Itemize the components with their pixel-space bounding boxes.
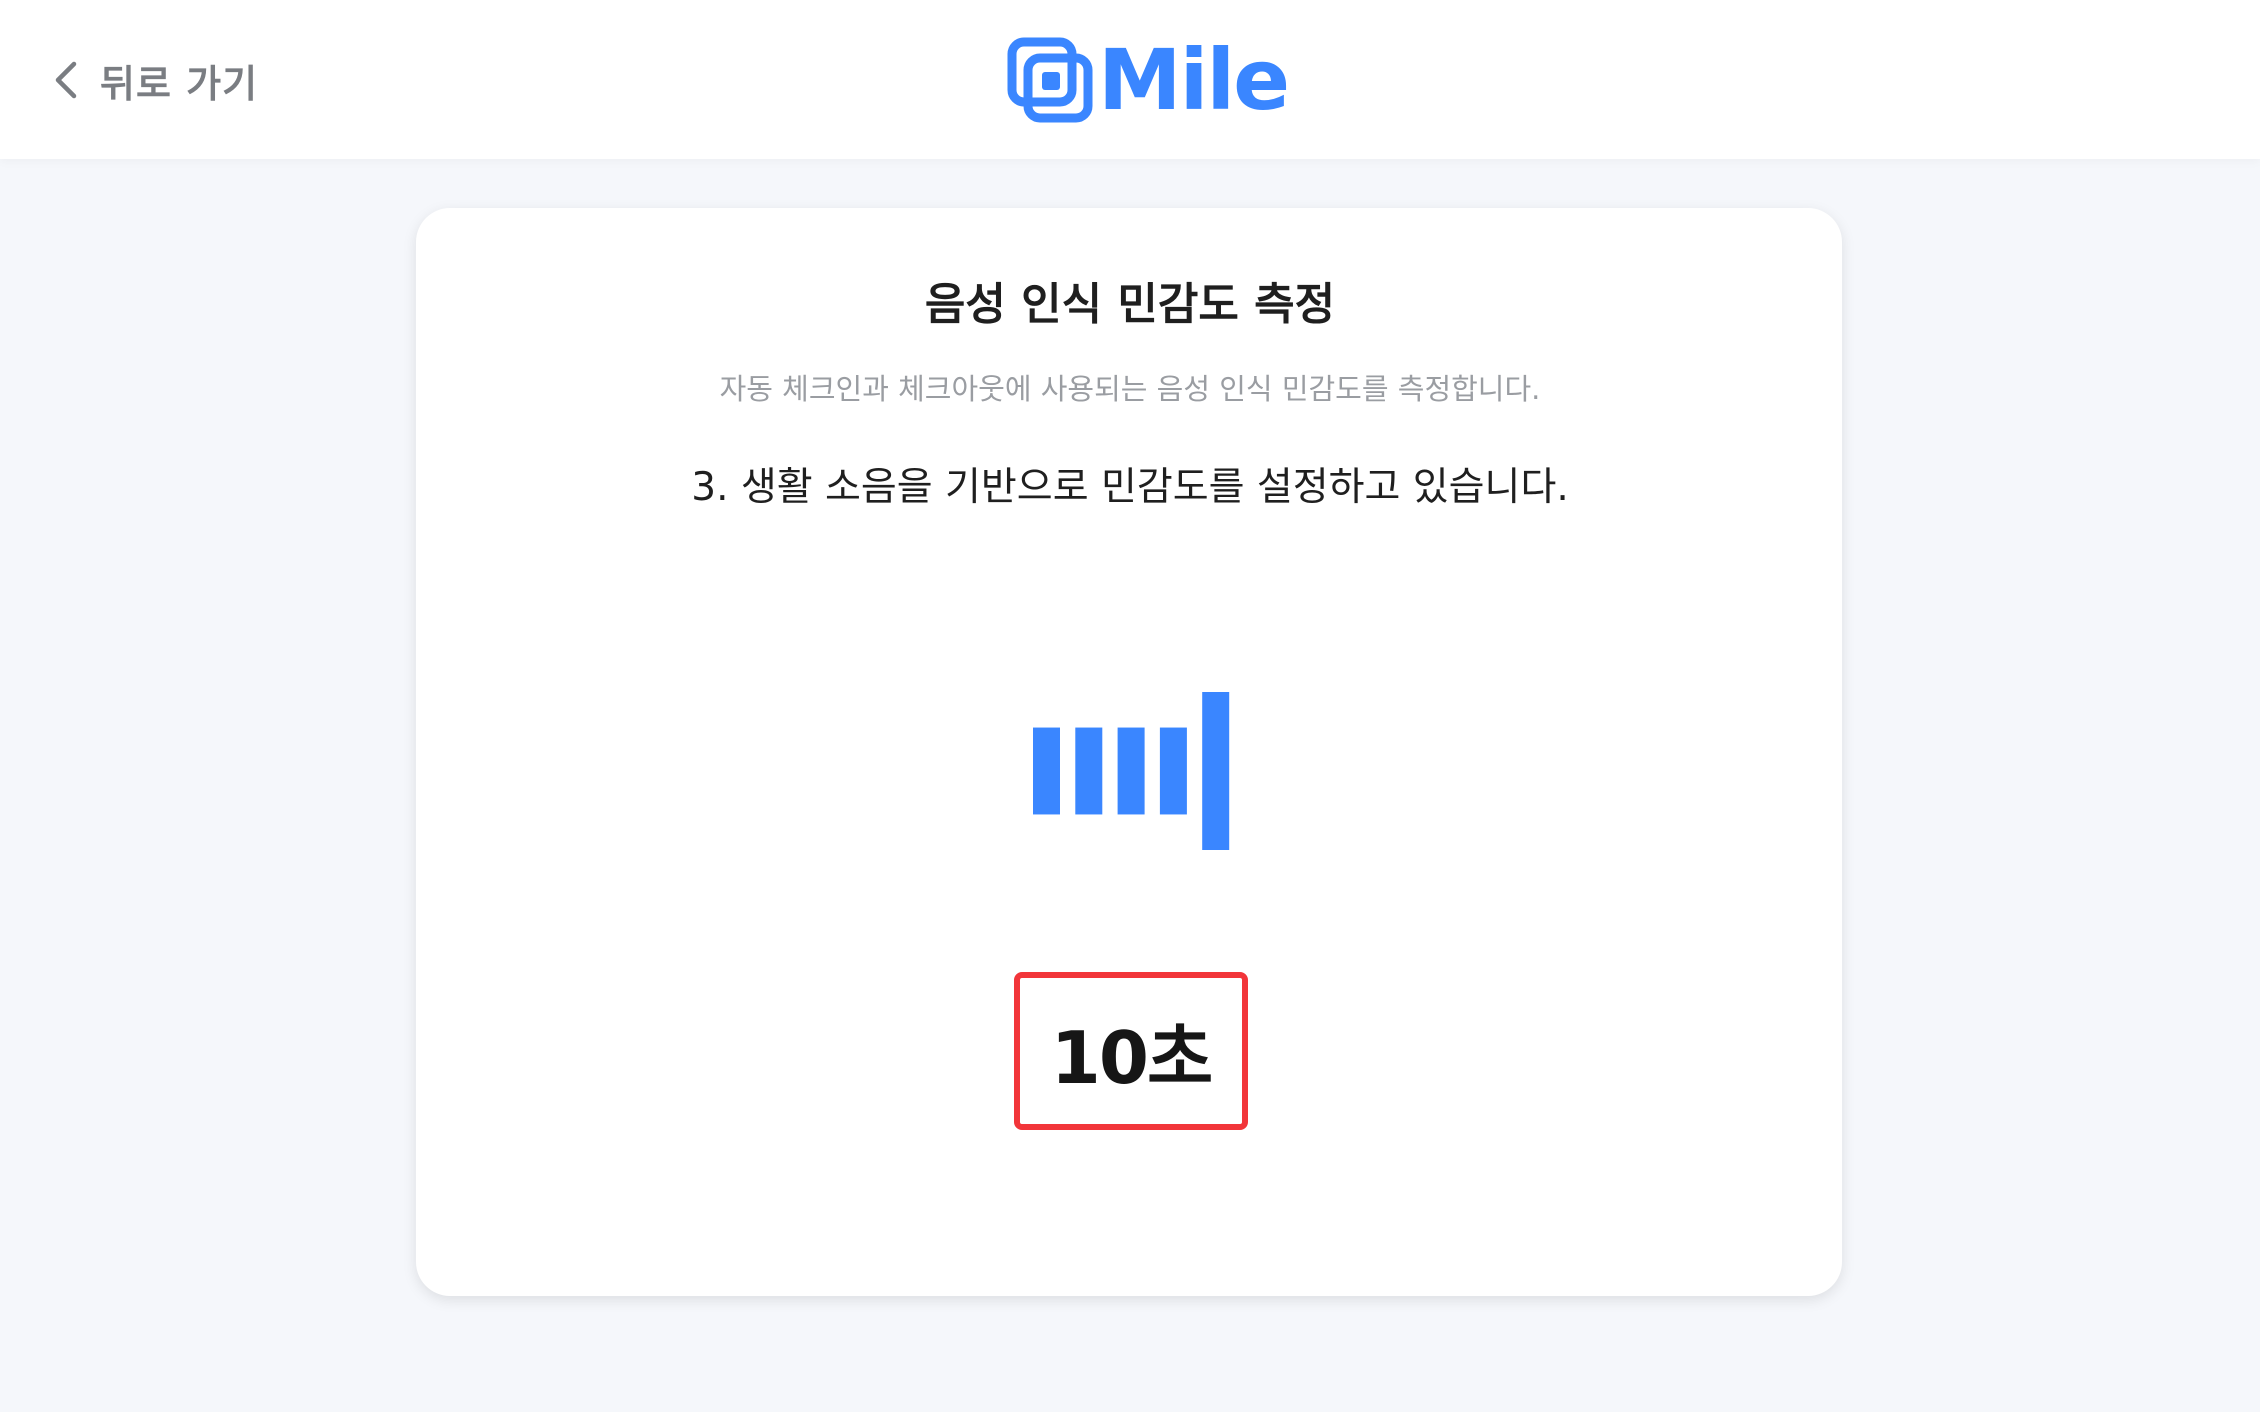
top-bar: 뒤로 가기 Mile xyxy=(0,0,2260,159)
app-logo: Mile xyxy=(1006,31,1290,129)
countdown-timer: 10초 xyxy=(1014,972,1248,1130)
logo-text: Mile xyxy=(1098,31,1290,129)
back-button-label: 뒤로 가기 xyxy=(100,61,259,106)
card-title: 음성 인식 민감도 측정 xyxy=(924,279,1336,330)
countdown-value: 10초 xyxy=(1050,1015,1213,1100)
logo-mark-icon xyxy=(1007,37,1093,123)
step-instruction: 3. 생활 소음을 기반으로 민감도를 설정하고 있습니다. xyxy=(691,465,1569,510)
card-subtitle: 자동 체크인과 체크아웃에 사용되는 음성 인식 민감도를 측정합니다. xyxy=(719,372,1541,406)
chevron-left-icon xyxy=(55,61,77,99)
back-button[interactable]: 뒤로 가기 xyxy=(52,52,258,108)
